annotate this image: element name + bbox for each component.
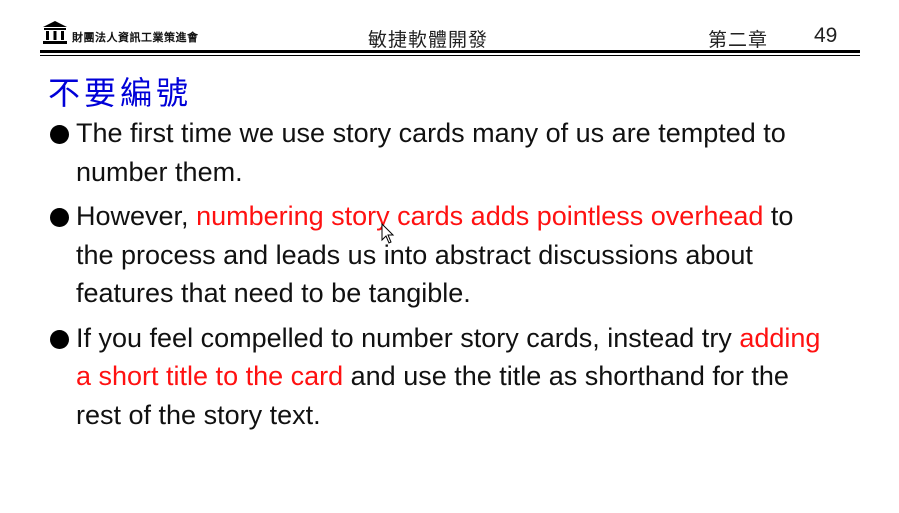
slide-header: 財團法人資訊工業策進會 敏捷軟體開發 第二章 49 xyxy=(0,0,899,56)
header-divider-thick xyxy=(40,50,860,53)
organization-name: 財團法人資訊工業策進會 xyxy=(72,31,199,44)
bullet-text: However, xyxy=(76,201,197,231)
header-divider-thin xyxy=(40,55,860,56)
page-number: 49 xyxy=(814,24,838,47)
slide-title: 不要編號 xyxy=(48,74,193,112)
bullet-list: The first time we use story cards many o… xyxy=(48,114,838,440)
highlighted-text: numbering story cards adds pointless ove… xyxy=(196,201,764,231)
bullet-item: However, numbering story cards adds poin… xyxy=(48,197,838,313)
course-title: 敏捷軟體開發 xyxy=(368,29,489,51)
bullet-text: The first time we use story cards many o… xyxy=(76,118,786,187)
bullet-item: The first time we use story cards many o… xyxy=(48,114,838,191)
bullet-item: If you feel compelled to number story ca… xyxy=(48,319,838,435)
chapter-label: 第二章 xyxy=(708,29,769,51)
institution-building-icon xyxy=(43,21,67,44)
bullet-dot-icon xyxy=(50,125,69,144)
bullet-text: If you feel compelled to number story ca… xyxy=(76,322,740,353)
bullet-dot-icon xyxy=(50,329,69,349)
bullet-dot-icon xyxy=(50,208,69,227)
mouse-pointer-icon xyxy=(381,223,395,244)
